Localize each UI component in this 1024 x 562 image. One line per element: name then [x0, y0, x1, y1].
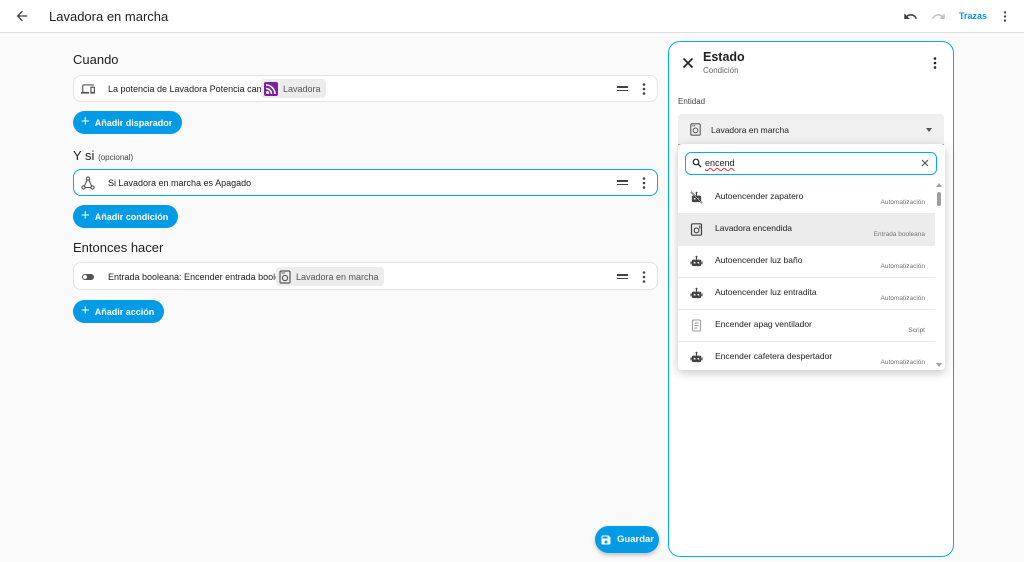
triggers-heading: Cuando — [73, 52, 119, 67]
close-icon[interactable] — [682, 57, 694, 69]
plus-icon: + — [81, 207, 90, 224]
item-name: Encender apag ventilador — [715, 319, 812, 329]
item-type: Automatización — [880, 263, 925, 270]
entity-chip[interactable]: Lavadora — [261, 79, 326, 98]
plus-icon: + — [81, 302, 90, 319]
save-label: Guardar — [617, 534, 654, 545]
conditions-heading: Y si (opcional) — [73, 148, 133, 163]
washing-machine-icon — [279, 269, 291, 284]
add-action-label: Añadir acción — [94, 306, 155, 317]
item-name: Autoencender luz entradita — [715, 287, 817, 297]
panel-subtitle: Condición — [703, 66, 739, 75]
back-arrow-icon[interactable] — [14, 8, 30, 24]
devices-icon — [81, 82, 95, 96]
clear-icon[interactable] — [921, 159, 929, 167]
list-item[interactable]: Lavadora encendida Entrada booleana — [678, 214, 935, 246]
save-button[interactable]: Guardar — [595, 526, 659, 553]
panel-title: Estado — [703, 50, 745, 64]
trigger-description: La potencia de Lavadora Potencia cambia — [108, 84, 277, 94]
more-vert-icon[interactable] — [932, 57, 938, 69]
list-item[interactable]: Encender cafetera despertador Automatiza… — [678, 342, 935, 370]
rss-icon — [264, 81, 278, 96]
undo-icon[interactable] — [903, 9, 918, 24]
list-item[interactable]: Autoencender luz entradita Automatizació… — [678, 278, 935, 310]
entity-chip-label: Lavadora en marcha — [296, 271, 379, 282]
search-input[interactable]: encend — [685, 152, 937, 175]
robot-off-icon — [690, 191, 703, 204]
item-type: Automatización — [880, 295, 925, 302]
item-type: Script — [908, 327, 925, 334]
more-vert-icon[interactable] — [998, 9, 1012, 24]
search-icon — [692, 158, 702, 168]
condition-card[interactable]: Si Lavadora en marcha es Apagado — [73, 169, 658, 196]
add-action-button[interactable]: + Añadir acción — [73, 300, 165, 323]
list-item[interactable]: Autoencender luz baño Automatización — [678, 246, 935, 278]
toggle-switch-icon — [81, 270, 95, 284]
washing-machine-icon — [690, 223, 703, 236]
list-item[interactable]: Encender apag ventilador Script — [678, 310, 935, 342]
drag-handle-icon[interactable] — [617, 86, 628, 92]
more-vert-icon[interactable] — [641, 83, 647, 95]
item-type: Automatización — [880, 359, 925, 366]
page-title: Lavadora en marcha — [49, 9, 169, 24]
scrollbar[interactable] — [935, 182, 943, 368]
entity-search-dropdown: encend Autoencender zapatero Automatizac… — [678, 144, 945, 370]
add-condition-label: Añadir condición — [94, 211, 169, 222]
actions-heading: Entonces hacer — [73, 240, 164, 255]
item-name: Lavadora encendida — [715, 223, 793, 233]
add-trigger-button[interactable]: + Añadir disparador — [73, 111, 183, 134]
more-vert-icon[interactable] — [641, 177, 647, 189]
entity-picker-value: Lavadora en marcha — [711, 125, 789, 135]
scrollbar-thumb[interactable] — [937, 192, 941, 206]
item-name: Encender cafetera despertador — [715, 351, 833, 361]
entity-picker[interactable]: Lavadora en marcha — [678, 114, 944, 145]
item-type: Entrada booleana — [873, 231, 925, 238]
trigger-card[interactable]: La potencia de Lavadora Potencia cambia … — [73, 75, 658, 102]
entity-field-label: Entidad — [678, 97, 706, 106]
conditions-title: Y si — [73, 148, 95, 163]
redo-icon — [931, 9, 946, 24]
scroll-down-arrow-icon[interactable] — [936, 363, 942, 367]
action-description: Entrada booleana: Encender entrada boole… — [108, 272, 296, 282]
add-trigger-label: Añadir disparador — [94, 117, 173, 128]
entity-chip-label: Lavadora — [283, 83, 321, 94]
robot-icon — [690, 351, 703, 364]
plus-icon: + — [81, 113, 90, 130]
robot-icon — [690, 287, 703, 300]
item-name: Autoencender zapatero — [715, 191, 804, 201]
floppy-disk-icon — [600, 534, 612, 546]
search-query: encend — [705, 158, 735, 168]
script-icon — [690, 319, 703, 332]
optional-label: (opcional) — [98, 153, 134, 162]
drag-handle-icon[interactable] — [617, 180, 628, 186]
scroll-up-arrow-icon[interactable] — [936, 183, 942, 187]
add-condition-button[interactable]: + Añadir condición — [73, 205, 179, 228]
action-card[interactable]: Entrada booleana: Encender entrada boole… — [73, 262, 658, 290]
washing-machine-icon — [690, 123, 701, 136]
state-machine-icon — [81, 176, 95, 190]
caret-down-icon — [926, 128, 932, 132]
top-app-bar: Lavadora en marcha Trazas — [0, 0, 1024, 33]
item-type: Automatización — [880, 199, 925, 206]
drag-handle-icon[interactable] — [617, 274, 628, 280]
entity-chip[interactable]: Lavadora en marcha — [276, 267, 384, 286]
condition-description: Si Lavadora en marcha es Apagado — [108, 178, 252, 188]
more-vert-icon[interactable] — [641, 271, 647, 283]
list-item[interactable]: Autoencender zapatero Automatización — [678, 182, 935, 214]
traces-button[interactable]: Trazas — [959, 11, 987, 21]
item-name: Autoencender luz baño — [715, 255, 803, 265]
robot-icon — [690, 255, 703, 268]
